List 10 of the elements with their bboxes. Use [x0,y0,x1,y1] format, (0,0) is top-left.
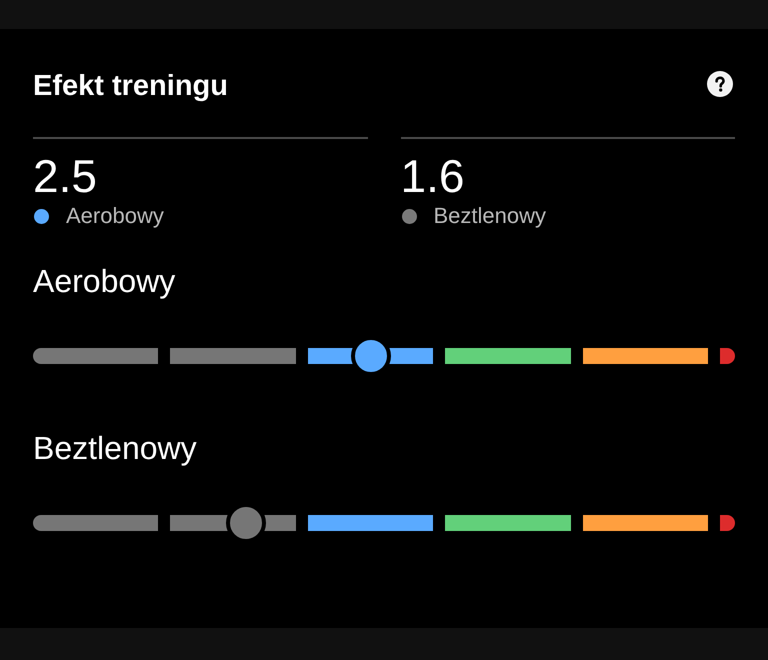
effect-label: Aerobowy [66,202,164,230]
card-title: Efekt treningu [33,69,228,103]
help-icon[interactable] [707,70,733,96]
effect-label: Beztlenowy [434,202,546,230]
effect-value: 1.6 [400,150,466,202]
gauge-zone [720,348,736,364]
effect-value: 2.5 [33,150,98,202]
gauge-title: Aerobowy [33,263,176,299]
gauge-title: Beztlenowy [33,430,198,466]
gauge-zone [720,515,736,531]
